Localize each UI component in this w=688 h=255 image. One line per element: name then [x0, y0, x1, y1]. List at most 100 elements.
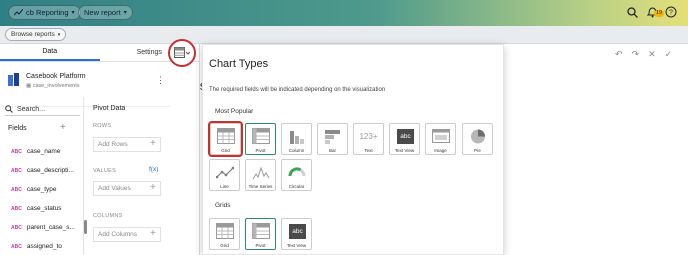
chevron-down-icon: ▾ [71, 10, 75, 16]
source-name: Casebook Platform [26, 73, 86, 80]
time-series-icon [252, 166, 270, 180]
field-item[interactable]: ABC case_status [11, 205, 62, 212]
chart-type-circular[interactable]: Circular [281, 159, 312, 191]
bar-chart-icon [325, 130, 340, 144]
pivot-column: Pivot Data ROWS Add Rows + VALUES f(x) A… [87, 97, 200, 255]
text-number-icon: 123+ [359, 132, 378, 141]
tile-label: Pivot [255, 243, 266, 248]
field-item[interactable]: ABC case_descripti... [11, 167, 74, 174]
chart-type-line[interactable]: Line [209, 159, 240, 191]
abc-type-icon: ABC [11, 186, 22, 193]
field-item[interactable]: ABC case_name [11, 148, 60, 155]
search-icon[interactable] [624, 4, 640, 20]
add-rows-icon[interactable]: + [150, 138, 156, 149]
pivot-title: Pivot Data [93, 105, 126, 112]
svg-text:?: ? [669, 10, 673, 17]
more-options-icon[interactable]: ⋮ [156, 75, 165, 86]
grid-icon [216, 223, 234, 239]
chart-type-bar[interactable]: Bar [317, 123, 348, 155]
search-placeholder: Search... [17, 105, 46, 113]
sub-bar: Browse reports ▾ [0, 26, 688, 44]
tile-label: Time Series [248, 184, 273, 189]
tile-label: Line [220, 184, 229, 189]
table-icon: ▦ [26, 83, 32, 89]
workspace-dropdown[interactable]: cb Reporting ▾ [8, 5, 81, 20]
most-popular-header: Most Popular [215, 108, 254, 115]
fields-column: Search... Fields + ABC case_name ABC case_… [0, 97, 84, 255]
chart-type-column[interactable]: Column [281, 123, 312, 155]
image-icon [432, 129, 450, 143]
undo-icon[interactable]: ↶ [615, 49, 623, 60]
values-label: VALUES [93, 168, 117, 174]
redo-icon[interactable]: ↷ [632, 49, 640, 60]
workspace-label: cb Reporting [26, 8, 69, 17]
browse-reports-label: Browse reports [11, 31, 55, 38]
chart-type-time-series[interactable]: Time Series [245, 159, 276, 191]
pivot-icon [252, 223, 270, 239]
browse-reports-dropdown[interactable]: Browse reports ▾ [5, 28, 67, 41]
text-view-icon: abc [397, 129, 414, 144]
abc-type-icon: ABC [11, 148, 22, 155]
popup-title: Chart Types [209, 58, 269, 70]
rows-label: ROWS [93, 123, 112, 129]
tab-data[interactable]: Data [0, 44, 100, 61]
text-view-icon: abc [289, 224, 306, 239]
chart-type-image[interactable]: Image [425, 123, 456, 155]
chart-type-selector-button[interactable] [168, 39, 196, 67]
highlight-grid-box [208, 121, 243, 157]
tile-label: Text View [286, 243, 307, 248]
platform-logo-icon [8, 73, 19, 86]
popup-description: The required fields will be indicated de… [209, 87, 386, 93]
tile-label: Circular [288, 184, 305, 189]
abc-type-icon: ABC [11, 243, 22, 250]
chevron-down-icon: ▾ [123, 10, 127, 16]
add-columns-icon[interactable]: + [150, 228, 156, 239]
chart-type-pie[interactable]: Pie [462, 123, 493, 155]
fields-header: Fields [8, 125, 27, 132]
chart-type-pivot[interactable]: Pivot [245, 123, 276, 155]
tile-label: Column [288, 148, 305, 153]
new-report-label: New report [84, 8, 121, 17]
grids-header: Grids [215, 202, 231, 209]
grids-type-text-view[interactable]: abc Text View [281, 218, 312, 250]
close-icon[interactable]: ✕ [648, 49, 656, 60]
columns-label: COLUMNS [93, 213, 123, 219]
chart-type-text[interactable]: 123+ Text [353, 123, 384, 155]
chevron-down-icon: ▾ [57, 31, 61, 38]
grids-type-grid[interactable]: Grid [209, 218, 240, 250]
left-panel: Data Settings Casebook Platform ▦ case_i… [0, 44, 200, 255]
pie-chart-icon [471, 129, 485, 144]
abc-type-icon: ABC [11, 167, 22, 174]
formula-button[interactable]: f(x) [149, 166, 158, 173]
column-chart-icon [290, 131, 304, 144]
check-icon[interactable]: ✓ [665, 49, 673, 60]
pivot-icon [252, 128, 270, 144]
line-chart-icon [216, 166, 234, 179]
chart-type-text-view[interactable]: abc Text View [389, 123, 420, 155]
tile-label: Bar [328, 148, 336, 153]
tile-label: Image [434, 148, 447, 153]
gauge-icon [288, 167, 306, 177]
abc-type-icon: ABC [11, 205, 22, 212]
grids-type-pivot[interactable]: Pivot [245, 218, 276, 250]
add-field-icon[interactable]: + [60, 122, 66, 133]
tile-label: Grid [220, 243, 229, 248]
new-report-dropdown[interactable]: New report ▾ [78, 5, 133, 20]
add-values-icon[interactable]: + [150, 182, 156, 193]
field-item[interactable]: ABC assigned_to [11, 243, 62, 250]
tile-label: Text View [394, 148, 415, 153]
search-icon [5, 105, 13, 113]
tile-label: Pivot [255, 148, 266, 153]
tile-label: Pie [474, 148, 481, 153]
help-icon[interactable]: ? [663, 4, 679, 20]
source-table: ▦ case_involvements [26, 83, 80, 89]
field-item[interactable]: ABC parent_case_s... [11, 224, 75, 231]
field-item[interactable]: ABC case_type [11, 186, 56, 193]
chart-line-icon [14, 9, 23, 16]
canvas-toolbar: ↶ ↷ ✕ ✓ [615, 49, 672, 60]
grid-chart-icon [174, 47, 190, 58]
top-bar: cb Reporting ▾ New report ▾ 19 ? [0, 0, 688, 26]
abc-type-icon: ABC [11, 224, 22, 231]
tile-label: Text [364, 148, 373, 153]
search-input[interactable]: Search... [5, 103, 80, 116]
